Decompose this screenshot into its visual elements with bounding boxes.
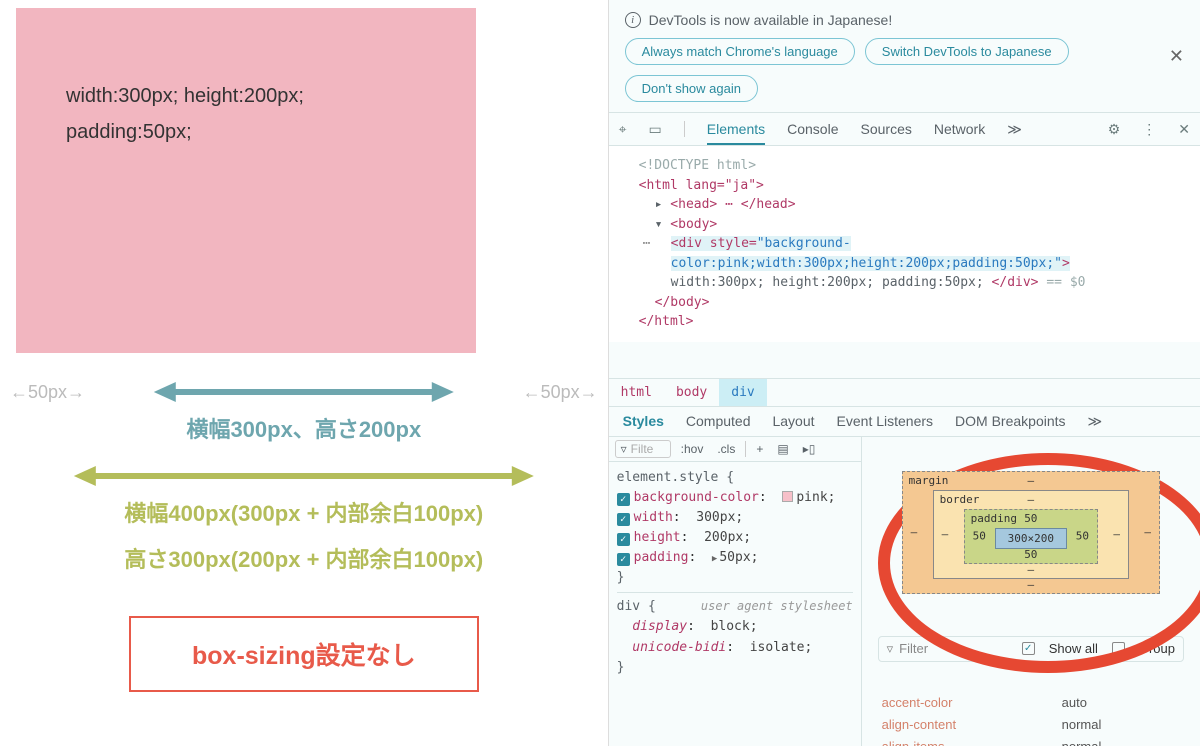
pad-right-label: ←50px→ [523,382,598,403]
selector-element-style[interactable]: element.style { [617,468,853,488]
group-checkbox[interactable] [1112,642,1125,655]
pill-switch-japanese[interactable]: Switch DevTools to Japanese [865,38,1069,65]
ua-stylesheet-label: user agent stylesheet [701,597,853,616]
styles-sub-tabs: Styles Computed Layout Event Listeners D… [609,406,1200,437]
olive-height-label: 高さ300px(200px + 内部余白100px) [10,542,598,574]
language-banner: i DevTools is now available in Japanese!… [609,0,1200,112]
flex-editor-icon[interactable]: ▤ [773,440,792,458]
rule-checkbox[interactable]: ✓ [617,493,630,506]
stab-event-listeners[interactable]: Event Listeners [837,413,934,429]
banner-close-icon[interactable]: ✕ [1169,46,1184,67]
hov-toggle[interactable]: :hov [677,440,708,458]
olive-width-label: 横幅400px(300px + 内部余白100px) [10,496,598,528]
rule-checkbox[interactable]: ✓ [617,553,630,566]
code-line: width:300px; height:200px; [66,78,426,114]
computed-properties[interactable]: accent-colorauto align-contentnormal ali… [878,686,1184,746]
dom-body-close: </body> [655,295,710,310]
box-model-pane: margin – – – – border – – – – padding 50 [862,437,1200,746]
crumb-div[interactable]: div [719,379,766,406]
box-sizing-note: box-sizing設定なし [129,616,479,692]
selector-div[interactable]: div { [617,599,656,614]
box-model-content: 300×200 [995,528,1067,549]
info-icon: i [625,12,641,28]
crumb-body[interactable]: body [664,379,719,406]
new-rule-icon[interactable]: + [752,440,767,458]
stab-overflow-icon[interactable]: ≫ [1088,413,1103,430]
tab-elements[interactable]: Elements [707,121,765,145]
computed-filter-bar: ▿Filter Show all Group [878,636,1184,662]
teal-annotation: ←50px→ ←50px→ 横幅300px、高さ200px [10,378,598,444]
pink-box: width:300px; height:200px; padding:50px; [16,8,476,353]
computed-filter-input[interactable]: ▿Filter [887,641,1008,657]
tabs-overflow-icon[interactable]: ≫ [1007,121,1022,138]
devtools-panel: i DevTools is now available in Japanese!… [608,0,1200,746]
breadcrumb: html body div [609,378,1200,406]
gear-icon[interactable]: ⚙ [1108,121,1121,138]
show-all-checkbox[interactable] [1022,642,1035,655]
dom-body[interactable]: <body> [670,217,717,232]
main-tabs: ⌖ ▭ Elements Console Sources Network ≫ ⚙… [609,112,1200,146]
dom-doctype: <!DOCTYPE html> [623,156,1186,176]
close-devtools-icon[interactable]: ✕ [1178,121,1190,138]
styles-filter-input[interactable]: ▿ Filte [615,440,671,458]
stab-styles[interactable]: Styles [623,413,664,429]
dom-html[interactable]: <html lang="ja"> [639,178,764,193]
pill-dont-show[interactable]: Don't show again [625,75,758,102]
kebab-icon[interactable]: ⋮ [1142,121,1156,138]
tab-network[interactable]: Network [934,121,985,137]
rule-checkbox[interactable]: ✓ [617,533,630,546]
box-model-diagram[interactable]: margin – – – – border – – – – padding 50 [902,471,1160,594]
dom-html-close: </html> [639,314,694,329]
teal-dimensions-label: 横幅300px、高さ200px [10,412,598,444]
stab-dom-breakpoints[interactable]: DOM Breakpoints [955,413,1065,429]
stab-layout[interactable]: Layout [772,413,814,429]
funnel-icon: ▿ [621,442,627,456]
styles-pane: ▿ Filte :hov .cls + ▤ ▸▯ element.style {… [609,437,862,746]
tab-sources[interactable]: Sources [861,121,912,137]
olive-annotation: 横幅400px(300px + 内部余白100px) 高さ300px(200px… [10,462,598,574]
example-pane: width:300px; height:200px; padding:50px;… [0,0,608,746]
inspect-icon[interactable]: ⌖ [619,121,627,138]
color-swatch[interactable] [782,491,793,502]
device-toggle-icon[interactable]: ▭ [649,121,662,138]
pill-match-language[interactable]: Always match Chrome's language [625,38,855,65]
rule-checkbox[interactable]: ✓ [617,513,630,526]
styles-toolbar: ▿ Filte :hov .cls + ▤ ▸▯ [609,437,861,462]
funnel-icon: ▿ [887,641,894,657]
tab-console[interactable]: Console [787,121,838,137]
banner-title: DevTools is now available in Japanese! [649,12,893,28]
crumb-html[interactable]: html [609,379,664,406]
cls-toggle[interactable]: .cls [713,440,739,458]
stab-computed[interactable]: Computed [686,413,751,429]
computed-toggle-icon[interactable]: ▸▯ [799,440,820,458]
dom-tree[interactable]: <!DOCTYPE html> <html lang="ja"> ▸ <head… [609,146,1200,342]
expand-icon[interactable]: ▶ [712,554,717,564]
pad-left-label: ←50px→ [10,382,85,403]
dom-head[interactable]: <head> ⋯ </head> [670,197,795,212]
code-line: padding:50px; [66,114,426,150]
